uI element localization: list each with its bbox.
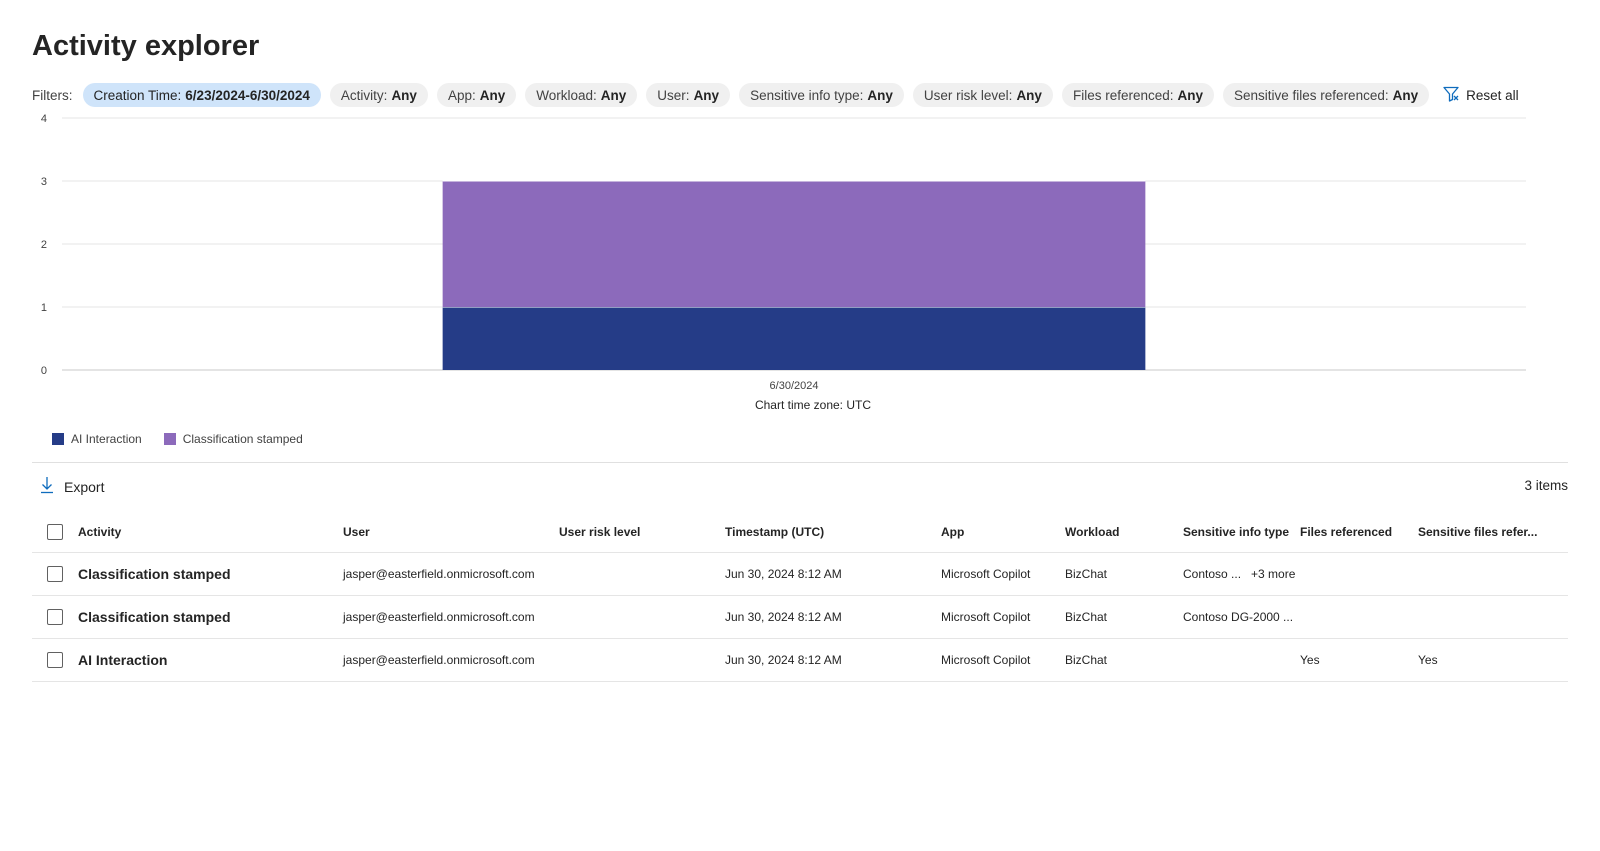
x-tick-label: 6/30/2024 bbox=[770, 380, 819, 392]
cell-activity: Classification stamped bbox=[78, 609, 231, 625]
column-header-app[interactable]: App bbox=[941, 511, 964, 552]
activity-chart-svg: 0 1 2 3 4 6/30/2024 bbox=[41, 113, 1526, 392]
page-title: Activity explorer bbox=[32, 30, 260, 62]
select-all-checkbox-cell bbox=[47, 511, 63, 552]
filter-pill-sensitive-files-referenced[interactable]: Sensitive files referenced: Any bbox=[1223, 83, 1430, 107]
table-row[interactable]: Classification stamped jasper@easterfiel… bbox=[32, 596, 1568, 639]
more-link[interactable]: +3 more bbox=[1251, 567, 1295, 581]
row-checkbox-cell bbox=[47, 596, 63, 638]
cell-activity: AI Interaction bbox=[78, 652, 168, 668]
table-row[interactable]: AI Interaction jasper@easterfield.onmicr… bbox=[32, 639, 1568, 682]
filter-pill-workload[interactable]: Workload: Any bbox=[525, 83, 638, 107]
filter-bar: Filters: Creation Time: 6/23/2024-6/30/20… bbox=[32, 83, 1519, 107]
export-button[interactable]: Export bbox=[40, 476, 104, 497]
divider bbox=[32, 462, 1568, 463]
filter-pill-creation-time[interactable]: Creation Time: 6/23/2024-6/30/2024 bbox=[82, 83, 321, 107]
cell-timestamp: Jun 30, 2024 8:12 AM bbox=[725, 653, 842, 667]
chart-legend: AI Interaction Classification stamped bbox=[52, 432, 303, 446]
legend-swatch bbox=[163, 433, 176, 445]
activity-table: Activity User User risk level Timestamp … bbox=[32, 511, 1568, 682]
y-tick-label: 3 bbox=[41, 176, 47, 188]
filter-pill-files-referenced[interactable]: Files referenced: Any bbox=[1061, 83, 1215, 107]
column-header-sensitive-info-type[interactable]: Sensitive info type bbox=[1183, 511, 1289, 552]
cell-user: jasper@easterfield.onmicrosoft.com bbox=[343, 653, 535, 667]
filter-pill-user[interactable]: User: Any bbox=[646, 83, 731, 107]
filter-pill-sensitive-info-type[interactable]: Sensitive info type: Any bbox=[739, 83, 904, 107]
filter-pill-user-risk-level[interactable]: User risk level: Any bbox=[912, 83, 1053, 107]
reset-all-button[interactable]: Reset all bbox=[1442, 85, 1519, 106]
export-label: Export bbox=[64, 478, 105, 495]
cell-activity: Classification stamped bbox=[78, 566, 231, 582]
filter-pill-app[interactable]: App: Any bbox=[436, 83, 517, 107]
row-checkbox[interactable] bbox=[47, 652, 63, 668]
column-header-timestamp[interactable]: Timestamp (UTC) bbox=[725, 511, 824, 552]
activity-chart: 0 1 2 3 4 6/30/2024 bbox=[0, 108, 1600, 428]
y-tick-label: 4 bbox=[41, 113, 47, 125]
cell-sensitive-files-referenced: Yes bbox=[1418, 653, 1438, 667]
cell-sensitive-info-type bbox=[1183, 639, 1193, 681]
cell-timestamp: Jun 30, 2024 8:12 AM bbox=[725, 567, 842, 581]
table-header-row: Activity User User risk level Timestamp … bbox=[32, 511, 1568, 553]
cell-user: jasper@easterfield.onmicrosoft.com bbox=[343, 610, 535, 624]
row-checkbox[interactable] bbox=[47, 609, 63, 625]
legend-swatch bbox=[52, 433, 64, 445]
cell-workload: BizChat bbox=[1065, 653, 1108, 667]
table-row[interactable]: Classification stamped jasper@easterfiel… bbox=[32, 553, 1568, 596]
cell-timestamp: Jun 30, 2024 8:12 AM bbox=[725, 610, 842, 624]
bar-segment bbox=[442, 181, 1146, 307]
row-checkbox-cell bbox=[47, 639, 63, 681]
legend-label: AI Interaction bbox=[71, 432, 142, 446]
y-tick-label: 0 bbox=[41, 365, 47, 377]
cell-workload: BizChat bbox=[1065, 567, 1108, 581]
column-header-user-risk-level[interactable]: User risk level bbox=[559, 511, 640, 552]
items-count: 3 items bbox=[1524, 478, 1568, 493]
filter-pill-activity[interactable]: Activity: Any bbox=[329, 83, 428, 107]
filter-clear-icon bbox=[1442, 85, 1460, 106]
filters-label: Filters: bbox=[32, 87, 73, 103]
legend-item-ai-interaction[interactable]: AI Interaction bbox=[52, 432, 142, 446]
column-header-workload[interactable]: Workload bbox=[1065, 511, 1119, 552]
y-tick-label: 2 bbox=[41, 239, 47, 251]
bar-segment bbox=[442, 307, 1146, 370]
cell-workload: BizChat bbox=[1065, 610, 1108, 624]
column-header-files-referenced[interactable]: Files referenced bbox=[1300, 511, 1392, 552]
cell-user: jasper@easterfield.onmicrosoft.com bbox=[343, 567, 535, 581]
y-tick-label: 1 bbox=[41, 302, 47, 314]
sensitive-info-type-value: Contoso ... bbox=[1183, 567, 1242, 581]
row-checkbox-cell bbox=[47, 553, 63, 595]
cell-sensitive-info-type: Contoso DG-2000 ... bbox=[1183, 596, 1303, 638]
download-icon bbox=[40, 476, 54, 497]
legend-item-classification-stamped[interactable]: Classification stamped bbox=[163, 432, 303, 446]
column-header-user[interactable]: User bbox=[343, 511, 370, 552]
cell-app: Microsoft Copilot bbox=[941, 610, 1031, 624]
cell-app: Microsoft Copilot bbox=[941, 567, 1031, 581]
row-checkbox[interactable] bbox=[47, 566, 63, 582]
chart-time-zone: Chart time zone: UTC bbox=[754, 398, 872, 412]
select-all-checkbox[interactable] bbox=[47, 523, 63, 540]
reset-all-label: Reset all bbox=[1466, 87, 1519, 103]
cell-sensitive-info-type: Contoso ... +3 more bbox=[1183, 553, 1295, 595]
column-header-sensitive-files-referenced[interactable]: Sensitive files refer... bbox=[1418, 511, 1537, 552]
legend-label: Classification stamped bbox=[182, 432, 303, 446]
cell-files-referenced: Yes bbox=[1300, 653, 1320, 667]
cell-app: Microsoft Copilot bbox=[941, 653, 1031, 667]
sensitive-info-type-value: Contoso DG-2000 ... bbox=[1183, 610, 1294, 624]
column-header-activity[interactable]: Activity bbox=[78, 511, 121, 552]
